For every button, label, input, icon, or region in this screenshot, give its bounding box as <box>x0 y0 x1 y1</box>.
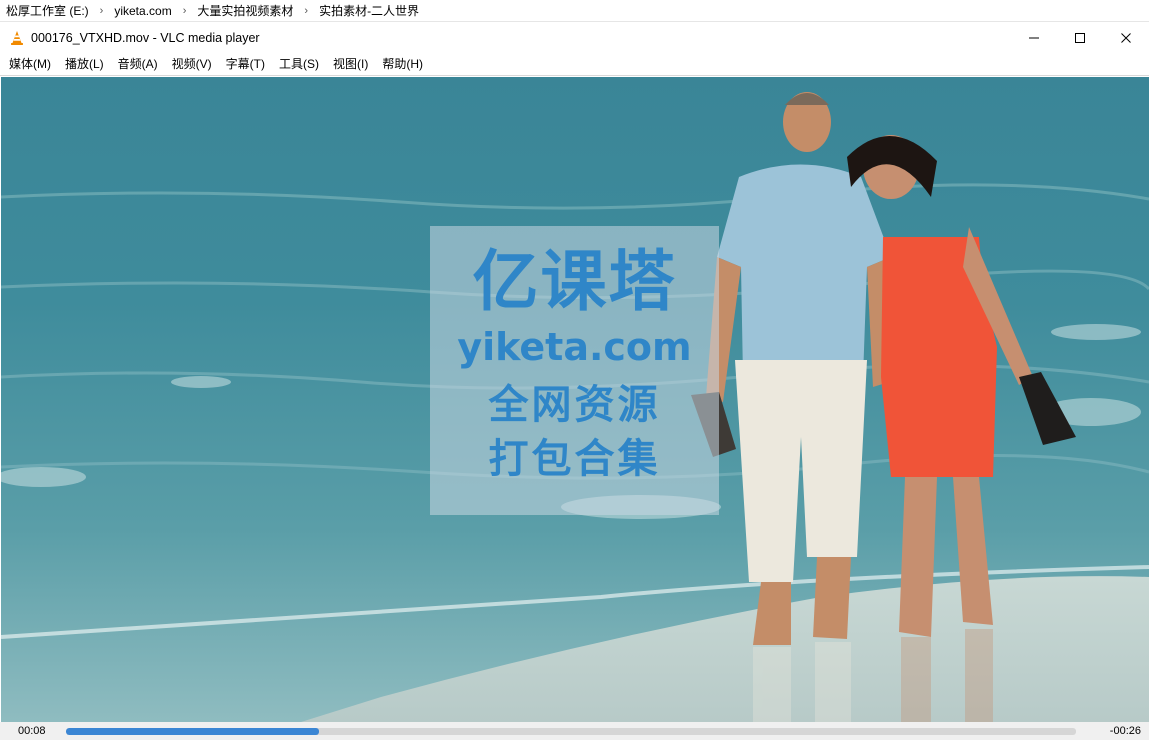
menu-tools[interactable]: 工具(S) <box>272 53 326 75</box>
maximize-icon <box>1075 32 1085 43</box>
seek-slider[interactable] <box>66 728 1076 735</box>
window-controls <box>1011 23 1149 52</box>
menu-view[interactable]: 视图(I) <box>326 53 375 75</box>
explorer-breadcrumb: 松厚工作室 (E:) › yiketa.com › 大量实拍视频素材 › 实拍素… <box>0 0 1149 22</box>
minimize-icon <box>1029 37 1039 38</box>
watermark-slogan-2: 打包合集 <box>488 436 661 482</box>
watermark-overlay: 亿课塔 yiketa.com 全网资源 打包合集 <box>430 226 719 515</box>
maximize-button[interactable] <box>1057 23 1103 52</box>
video-display[interactable]: 亿课塔 yiketa.com 全网资源 打包合集 <box>1 77 1149 722</box>
playback-controls: 00:08 -00:26 <box>0 722 1149 740</box>
chevron-right-icon: › <box>99 4 104 17</box>
close-icon <box>1121 32 1131 43</box>
chevron-right-icon: › <box>304 4 309 17</box>
breadcrumb-item-folder[interactable]: 大量实拍视频素材 <box>195 2 295 19</box>
watermark-url: yiketa.com <box>457 325 692 369</box>
seek-progress-fill <box>66 728 319 735</box>
window-titlebar[interactable]: 000176_VTXHD.mov - VLC media player <box>0 23 1149 52</box>
menu-audio[interactable]: 音频(A) <box>111 53 165 75</box>
elapsed-time[interactable]: 00:08 <box>18 725 46 737</box>
watermark-brand: 亿课塔 <box>472 243 677 320</box>
menu-subtitle[interactable]: 字幕(T) <box>219 53 272 75</box>
remaining-time[interactable]: -00:26 <box>1110 725 1141 737</box>
close-button[interactable] <box>1103 23 1149 52</box>
menu-bar: 媒体(M) 播放(L) 音频(A) 视频(V) 字幕(T) 工具(S) 视图(I… <box>0 52 1149 76</box>
menu-video[interactable]: 视频(V) <box>165 53 219 75</box>
watermark-slogan-1: 全网资源 <box>488 382 661 428</box>
breadcrumb-item-drive[interactable]: 松厚工作室 (E:) <box>4 2 91 19</box>
minimize-button[interactable] <box>1011 23 1057 52</box>
chevron-right-icon: › <box>182 4 187 17</box>
menu-media[interactable]: 媒体(M) <box>2 53 58 75</box>
menu-help[interactable]: 帮助(H) <box>375 53 430 75</box>
breadcrumb-item-site[interactable]: yiketa.com <box>112 4 173 18</box>
breadcrumb-item-subfolder[interactable]: 实拍素材-二人世界 <box>317 2 421 19</box>
menu-playback[interactable]: 播放(L) <box>58 53 111 75</box>
window-title: 000176_VTXHD.mov - VLC media player <box>31 30 260 45</box>
vlc-cone-icon <box>11 30 23 45</box>
